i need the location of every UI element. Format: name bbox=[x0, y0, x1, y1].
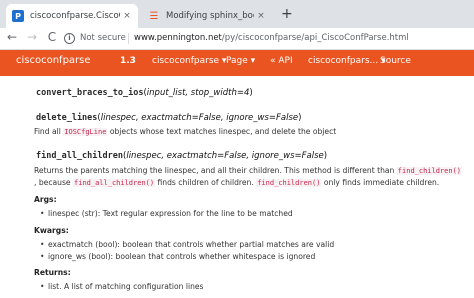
url-path: /py/ciscoconfparse/api_CiscoConfParse.ht… bbox=[221, 33, 409, 43]
api-link[interactable]: « API bbox=[270, 56, 293, 66]
method-description: , because find_all_children() finds chil… bbox=[34, 178, 440, 187]
inline-code: find_children() bbox=[396, 167, 463, 175]
method-signature: find_all_children(linespec, exactmatch=F… bbox=[36, 151, 328, 161]
inline-code: IOSCfgLine bbox=[63, 128, 108, 136]
method-params: input_list, stop_width=4 bbox=[146, 88, 250, 98]
site-navbar: ciscoconfparse 1.3 ciscoconfparse ▾ Page… bbox=[0, 50, 474, 76]
page-menu[interactable]: Page ▾ bbox=[226, 56, 255, 66]
address-divider bbox=[128, 33, 129, 44]
tab-modifying-sphinx[interactable]: ☰ Modifying sphinx_bootstrap_the × bbox=[142, 4, 272, 28]
inline-code: find_all_children() bbox=[73, 179, 156, 187]
back-arrow-icon[interactable]: ← bbox=[4, 30, 20, 44]
reload-icon[interactable]: C bbox=[44, 30, 60, 44]
ciscoconfparse-menu[interactable]: ciscoconfparse ▾ bbox=[152, 56, 226, 66]
close-tab-icon[interactable]: × bbox=[120, 11, 134, 21]
method-params: linespec, exactmatch=False, ignore_ws=Fa… bbox=[100, 113, 299, 123]
ciscoconfparse-class-menu[interactable]: ciscoconfpars... ▾ bbox=[308, 56, 386, 66]
method-name: delete_lines bbox=[36, 113, 98, 123]
method-signature: convert_braces_to_ios(input_list, stop_w… bbox=[36, 88, 253, 98]
doc-content: convert_braces_to_ios(input_list, stop_w… bbox=[0, 76, 474, 298]
new-tab-button[interactable]: + bbox=[281, 6, 293, 22]
tab-ciscoconfparse[interactable]: P ciscoconfparse.CiscoConfParse O × bbox=[6, 4, 138, 28]
kwarg-item: ignore_ws (bool): boolean that controls … bbox=[40, 252, 315, 261]
method-params: linespec, exactmatch=False, ignore_ws=Fa… bbox=[126, 151, 324, 161]
page-favicon-icon: P bbox=[12, 10, 24, 22]
method-name: convert_braces_to_ios bbox=[36, 88, 144, 98]
stackoverflow-favicon-icon: ☰ bbox=[149, 10, 159, 22]
method-description: Find all IOSCfgLine objects whose text m… bbox=[34, 127, 337, 136]
method-signature: delete_lines(linespec, exactmatch=False,… bbox=[36, 113, 302, 123]
returns-label: Returns: bbox=[34, 268, 71, 277]
url-host: www.pennington.net bbox=[134, 33, 222, 43]
arg-item: linespec (str): Text regular expression … bbox=[40, 209, 293, 218]
inline-code: find_children() bbox=[256, 179, 322, 187]
method-description: Returns the parents matching the linespe… bbox=[34, 166, 463, 175]
tab-title: ciscoconfparse.CiscoConfParse O bbox=[30, 11, 120, 21]
args-label: Args: bbox=[34, 195, 57, 204]
method-name: find_all_children bbox=[36, 151, 123, 161]
source-link[interactable]: Source bbox=[380, 56, 411, 66]
brand-link[interactable]: ciscoconfparse bbox=[16, 55, 91, 66]
security-label[interactable]: Not secure bbox=[80, 33, 126, 43]
address-bar[interactable]: www.pennington.net/py/ciscoconfparse/api… bbox=[134, 33, 409, 43]
kwarg-item: exactmatch (bool): boolean that controls… bbox=[40, 240, 334, 249]
version-label: 1.3 bbox=[120, 56, 136, 66]
close-tab-icon[interactable]: × bbox=[254, 11, 268, 21]
forward-arrow-icon[interactable]: → bbox=[24, 30, 40, 44]
return-item: list. A list of matching configuration l… bbox=[40, 282, 203, 291]
browser-toolbar: ← → C i Not secure www.pennington.net/py… bbox=[0, 28, 474, 50]
tab-title: Modifying sphinx_bootstrap_the bbox=[166, 11, 254, 21]
tab-strip: P ciscoconfparse.CiscoConfParse O × ☰ Mo… bbox=[0, 0, 474, 28]
kwargs-label: Kwargs: bbox=[34, 226, 69, 235]
info-icon[interactable]: i bbox=[64, 33, 75, 44]
